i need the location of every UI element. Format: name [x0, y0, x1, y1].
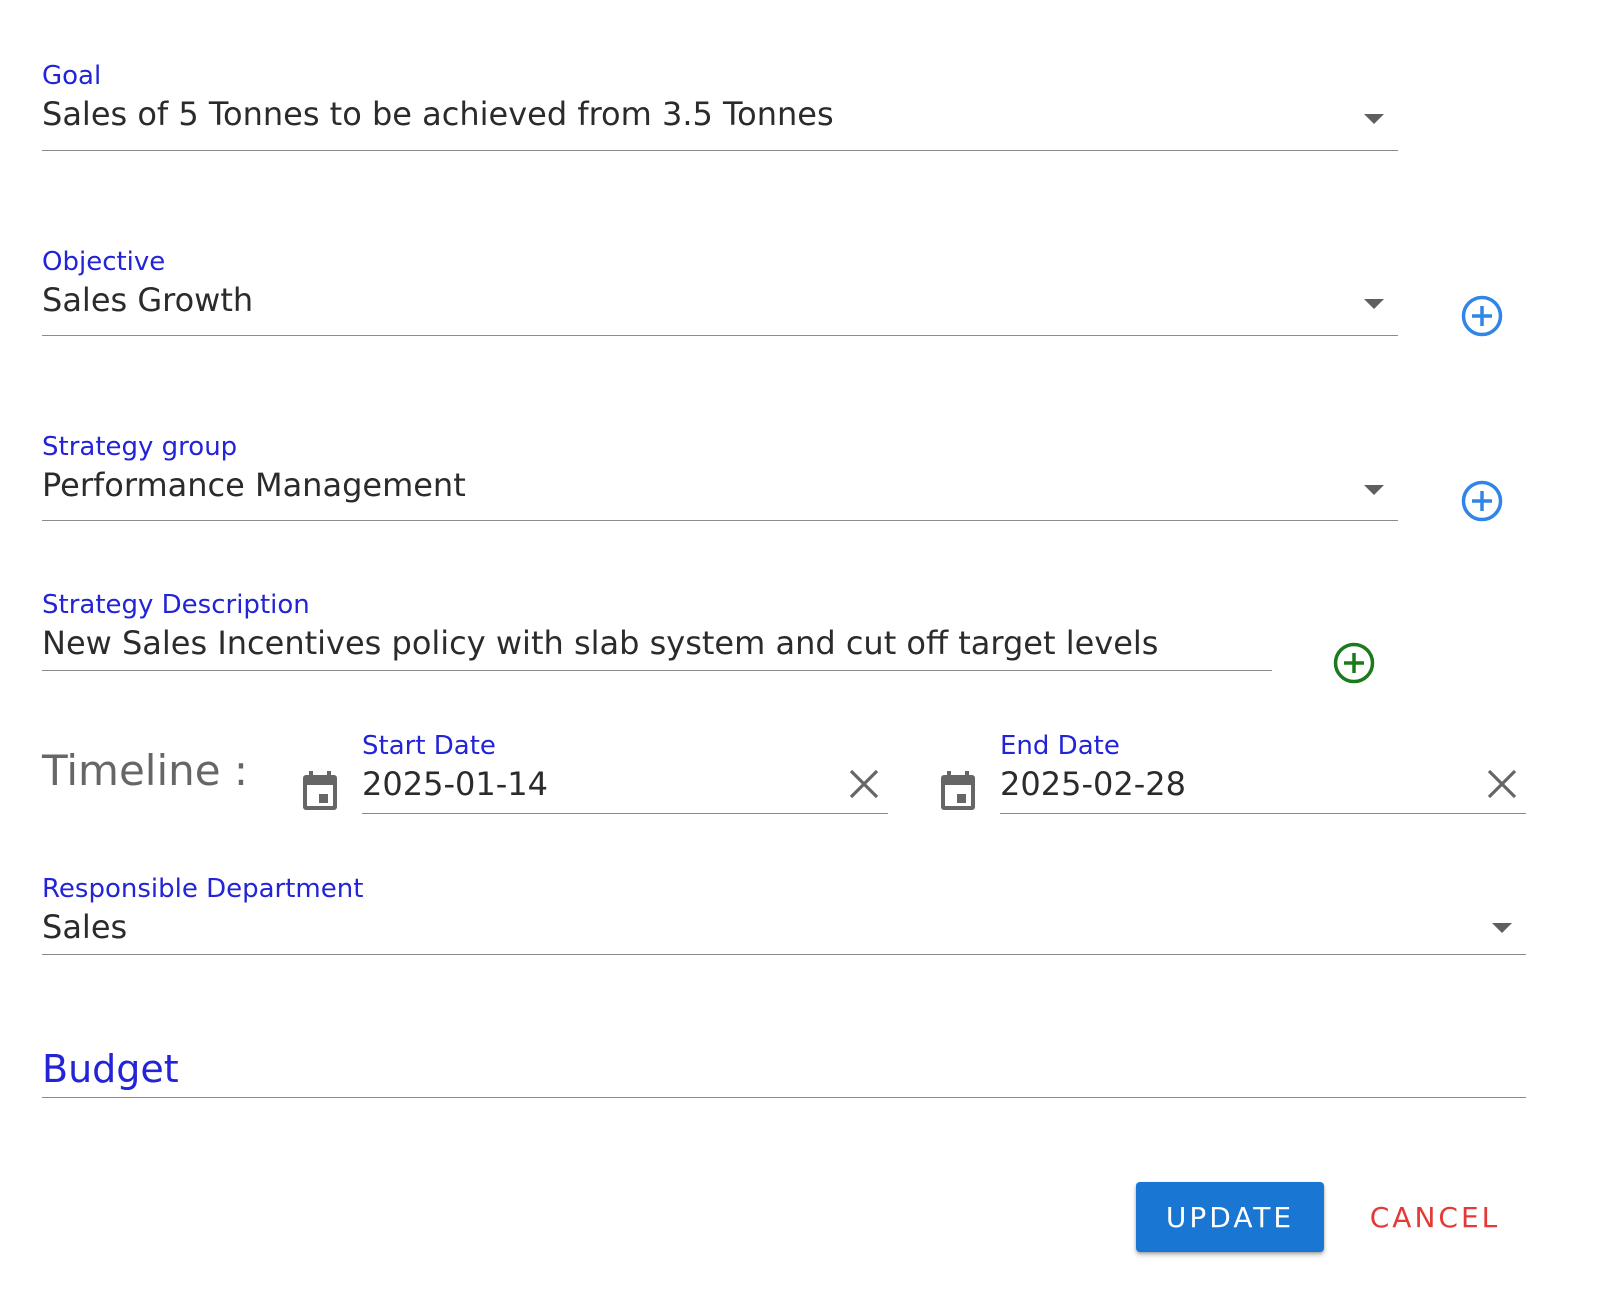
- strategy-description-label: Strategy Description: [42, 590, 310, 620]
- start-date-input[interactable]: 2025-01-14: [362, 764, 548, 804]
- start-date-underline: [362, 813, 888, 814]
- timeline-label: Timeline :: [42, 746, 249, 795]
- goal-value[interactable]: Sales of 5 Tonnes to be achieved from 3.…: [42, 94, 834, 134]
- close-icon[interactable]: [848, 768, 880, 800]
- responsible-department-underline: [42, 954, 1526, 955]
- budget-label: Budget: [42, 1047, 179, 1091]
- responsible-department-value[interactable]: Sales: [42, 907, 127, 947]
- responsible-department-label: Responsible Department: [42, 874, 364, 904]
- objective-underline: [42, 335, 1398, 336]
- update-button[interactable]: UPDATE: [1136, 1182, 1324, 1252]
- chevron-down-icon[interactable]: [1364, 299, 1384, 309]
- cancel-button[interactable]: CANCEL: [1350, 1182, 1520, 1252]
- strategy-group-label: Strategy group: [42, 432, 238, 462]
- close-icon[interactable]: [1486, 768, 1518, 800]
- end-date-input[interactable]: 2025-02-28: [1000, 764, 1186, 804]
- goal-label: Goal: [42, 61, 102, 91]
- objective-label: Objective: [42, 247, 166, 277]
- strategy-group-underline: [42, 520, 1398, 521]
- budget-underline: [42, 1097, 1526, 1098]
- calendar-icon[interactable]: [300, 770, 340, 812]
- goal-underline: [42, 150, 1398, 151]
- end-date-underline: [1000, 813, 1526, 814]
- strategy-group-value[interactable]: Performance Management: [42, 465, 466, 505]
- calendar-icon[interactable]: [938, 770, 978, 812]
- add-circle-icon[interactable]: [1460, 479, 1504, 523]
- add-circle-icon[interactable]: [1332, 641, 1376, 685]
- start-date-label: Start Date: [362, 731, 496, 761]
- end-date-label: End Date: [1000, 731, 1120, 761]
- objective-value[interactable]: Sales Growth: [42, 280, 253, 320]
- chevron-down-icon[interactable]: [1492, 923, 1512, 933]
- add-circle-icon[interactable]: [1460, 294, 1504, 338]
- strategy-description-underline: [42, 670, 1272, 671]
- chevron-down-icon[interactable]: [1364, 114, 1384, 124]
- chevron-down-icon[interactable]: [1364, 485, 1384, 495]
- strategy-description-input[interactable]: New Sales Incentives policy with slab sy…: [42, 623, 1158, 663]
